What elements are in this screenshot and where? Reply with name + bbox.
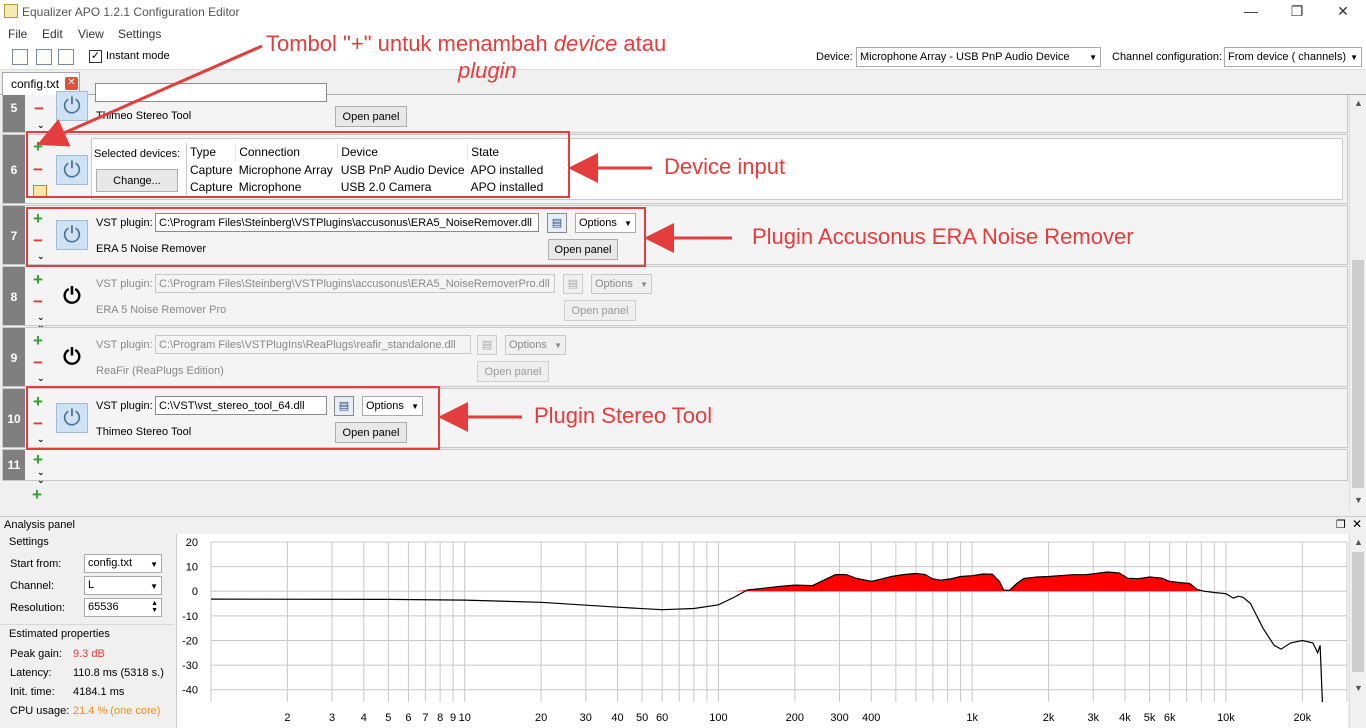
resolution-value: 65536 bbox=[88, 601, 119, 613]
scrollbar-thumb[interactable] bbox=[1352, 552, 1364, 672]
x-tick-label: 60 bbox=[656, 712, 668, 724]
init-time-value: 4184.1 ms bbox=[73, 686, 125, 698]
divider bbox=[0, 624, 174, 625]
latency-label: Latency: bbox=[10, 667, 52, 679]
x-tick-label: 300 bbox=[830, 712, 848, 724]
analysis-panel-title: Analysis panel bbox=[4, 519, 75, 531]
analysis-settings: Settings Start from: config.txt ▼ Channe… bbox=[0, 534, 174, 728]
y-tick-label: 10 bbox=[186, 562, 198, 574]
x-tick-label: 8 bbox=[437, 712, 443, 724]
x-tick-label: 4 bbox=[361, 712, 367, 724]
frequency-response-graph[interactable]: 20 10 0 -10 -20 -30 -40 2 3 4 5 6 7 8 9 10 20 30 40 50 60 100… bbox=[176, 534, 1348, 728]
x-tick-label: 10 bbox=[459, 712, 471, 724]
x-tick-label: 20k bbox=[1293, 712, 1311, 724]
x-tick-label: 40 bbox=[611, 712, 623, 724]
y-tick-label: 20 bbox=[186, 537, 198, 549]
peak-gain-value: 9.3 dB bbox=[73, 648, 105, 660]
y-tick-label: -40 bbox=[182, 685, 198, 697]
spin-arrows-icon[interactable]: ▲ ▼ bbox=[151, 600, 158, 614]
channel-value: L bbox=[88, 579, 95, 591]
estimated-title: Estimated properties bbox=[9, 628, 110, 640]
frequency-response-svg: 20100-10-20-30-402 3 4 5 6 7 8 9 10 20 30 40 50 60 100… bbox=[182, 537, 1348, 724]
x-tick-label: 20 bbox=[535, 712, 547, 724]
resolution-label: Resolution: bbox=[10, 602, 66, 614]
resolution-spinbox[interactable]: 65536 ▲ ▼ bbox=[84, 598, 162, 617]
start-from-value: config.txt bbox=[88, 557, 133, 569]
annotation-era-plugin: Plugin Accusonus ERA Noise Remover bbox=[752, 224, 1134, 249]
x-tick-label: 7 bbox=[422, 712, 428, 724]
x-tick-label: 3k bbox=[1087, 712, 1099, 724]
chevron-down-icon: ▼ bbox=[150, 560, 158, 569]
annotation-add-button-line2: plugin bbox=[458, 58, 517, 83]
float-panel-icon[interactable]: ❐ bbox=[1336, 518, 1346, 531]
cpu-usage-value: 21.4 % (one core) bbox=[73, 705, 161, 717]
x-tick-label: 5k bbox=[1144, 712, 1156, 724]
y-tick-label: -10 bbox=[182, 611, 198, 623]
analysis-panel-header: Analysis panel ❐ ✕ bbox=[0, 516, 1366, 534]
scroll-down-icon[interactable]: ▼ bbox=[1350, 680, 1366, 697]
x-tick-label: 6k bbox=[1164, 712, 1176, 724]
x-tick-label: 50 bbox=[636, 712, 648, 724]
x-tick-label: 30 bbox=[580, 712, 592, 724]
chevron-down-icon: ▼ bbox=[150, 582, 158, 591]
x-tick-label: 10k bbox=[1217, 712, 1235, 724]
settings-title: Settings bbox=[9, 536, 49, 548]
x-tick-label: 100 bbox=[709, 712, 727, 724]
x-tick-label: 400 bbox=[862, 712, 880, 724]
channel-label: Channel: bbox=[10, 580, 55, 592]
annotation-add-button: Tombol "+" untuk menambah device atau bbox=[266, 31, 667, 56]
x-tick-label: 1k bbox=[966, 712, 978, 724]
close-panel-icon[interactable]: ✕ bbox=[1352, 517, 1362, 531]
start-from-select[interactable]: config.txt ▼ bbox=[84, 554, 162, 573]
x-tick-label: 5 bbox=[385, 712, 391, 724]
annotation-device-input: Device input bbox=[664, 154, 786, 179]
x-tick-label: 4k bbox=[1119, 712, 1131, 724]
x-tick-label: 9 bbox=[450, 712, 456, 724]
channel-select[interactable]: L ▼ bbox=[84, 576, 162, 595]
y-tick-label: -30 bbox=[182, 660, 198, 672]
positive-gain-area bbox=[733, 572, 1205, 592]
x-tick-label: 200 bbox=[786, 712, 804, 724]
peak-gain-label: Peak gain: bbox=[10, 648, 62, 660]
scroll-up-icon[interactable]: ▲ bbox=[1350, 534, 1366, 551]
init-time-label: Init. time: bbox=[10, 686, 55, 698]
arrow-to-add-button bbox=[37, 44, 263, 147]
x-tick-label: 2k bbox=[1043, 712, 1055, 724]
graph-scrollbar[interactable]: ▲ ▼ bbox=[1349, 534, 1366, 728]
annotation-stereo-plugin: Plugin Stereo Tool bbox=[534, 403, 713, 428]
y-tick-label: 0 bbox=[192, 586, 198, 598]
annotation-arrows bbox=[37, 44, 732, 432]
latency-value: 110.8 ms (5318 s.) bbox=[73, 667, 164, 679]
cpu-usage-label: CPU usage: bbox=[10, 705, 70, 717]
start-from-label: Start from: bbox=[10, 558, 62, 570]
y-tick-label: -20 bbox=[182, 635, 198, 647]
x-tick-label: 3 bbox=[329, 712, 335, 724]
x-tick-label: 2 bbox=[284, 712, 290, 724]
x-tick-label: 6 bbox=[405, 712, 411, 724]
